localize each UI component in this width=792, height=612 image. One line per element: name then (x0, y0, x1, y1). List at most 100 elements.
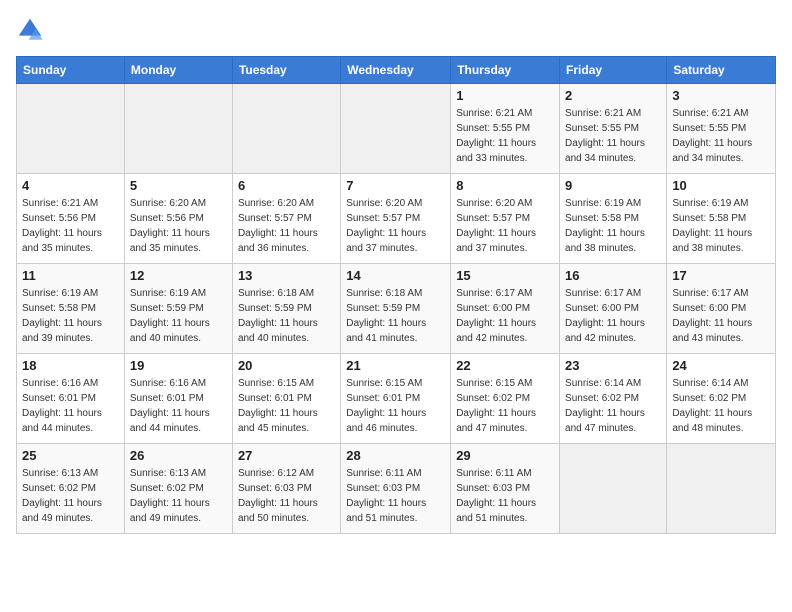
calendar-header: SundayMondayTuesdayWednesdayThursdayFrid… (17, 57, 776, 84)
day-number: 14 (346, 268, 445, 283)
day-info: Sunrise: 6:21 AM Sunset: 5:56 PM Dayligh… (22, 196, 119, 256)
day-info: Sunrise: 6:20 AM Sunset: 5:57 PM Dayligh… (456, 196, 554, 256)
column-header-saturday: Saturday (667, 57, 776, 84)
day-number: 20 (238, 358, 335, 373)
day-number: 15 (456, 268, 554, 283)
day-number: 13 (238, 268, 335, 283)
day-cell: 27 Sunrise: 6:12 AM Sunset: 6:03 PM Dayli… (232, 444, 340, 534)
day-info: Sunrise: 6:19 AM Sunset: 5:58 PM Dayligh… (672, 196, 770, 256)
day-info: Sunrise: 6:15 AM Sunset: 6:01 PM Dayligh… (346, 376, 445, 436)
day-cell: 23 Sunrise: 6:14 AM Sunset: 6:02 PM Dayli… (560, 354, 667, 444)
week-row-3: 11 Sunrise: 6:19 AM Sunset: 5:58 PM Dayli… (17, 264, 776, 354)
day-cell: 14Sunrise: 6:18 AM Sunset: 5:59 PM Dayli… (341, 264, 451, 354)
day-number: 3 (672, 88, 770, 103)
day-info: Sunrise: 6:14 AM Sunset: 6:02 PM Dayligh… (565, 376, 661, 436)
day-number: 1 (456, 88, 554, 103)
day-cell (232, 84, 340, 174)
day-cell: 26 Sunrise: 6:13 AM Sunset: 6:02 PM Dayli… (124, 444, 232, 534)
day-number: 28 (346, 448, 445, 463)
week-row-5: 25Sunrise: 6:13 AM Sunset: 6:02 PM Dayli… (17, 444, 776, 534)
day-info: Sunrise: 6:16 AM Sunset: 6:01 PM Dayligh… (22, 376, 119, 436)
column-header-wednesday: Wednesday (341, 57, 451, 84)
day-info: Sunrise: 6:20 AM Sunset: 5:57 PM Dayligh… (346, 196, 445, 256)
day-cell: 7 Sunrise: 6:20 AM Sunset: 5:57 PM Daylig… (341, 174, 451, 264)
day-number: 16 (565, 268, 661, 283)
day-cell (560, 444, 667, 534)
day-info: Sunrise: 6:15 AM Sunset: 6:01 PM Dayligh… (238, 376, 335, 436)
day-cell: 28 Sunrise: 6:11 AM Sunset: 6:03 PM Dayli… (341, 444, 451, 534)
column-header-sunday: Sunday (17, 57, 125, 84)
calendar-table: SundayMondayTuesdayWednesdayThursdayFrid… (16, 56, 776, 534)
day-cell: 25Sunrise: 6:13 AM Sunset: 6:02 PM Dayli… (17, 444, 125, 534)
column-header-monday: Monday (124, 57, 232, 84)
day-info: Sunrise: 6:17 AM Sunset: 6:00 PM Dayligh… (565, 286, 661, 346)
day-number: 9 (565, 178, 661, 193)
day-info: Sunrise: 6:20 AM Sunset: 5:57 PM Dayligh… (238, 196, 335, 256)
day-info: Sunrise: 6:13 AM Sunset: 6:02 PM Dayligh… (22, 466, 119, 526)
day-info: Sunrise: 6:21 AM Sunset: 5:55 PM Dayligh… (672, 106, 770, 166)
column-header-friday: Friday (560, 57, 667, 84)
day-cell: 24 Sunrise: 6:14 AM Sunset: 6:02 PM Dayli… (667, 354, 776, 444)
day-info: Sunrise: 6:11 AM Sunset: 6:03 PM Dayligh… (456, 466, 554, 526)
day-cell: 16 Sunrise: 6:17 AM Sunset: 6:00 PM Dayli… (560, 264, 667, 354)
header-row: SundayMondayTuesdayWednesdayThursdayFrid… (17, 57, 776, 84)
column-header-tuesday: Tuesday (232, 57, 340, 84)
day-info: Sunrise: 6:19 AM Sunset: 5:58 PM Dayligh… (22, 286, 119, 346)
day-number: 18 (22, 358, 119, 373)
week-row-1: 1 Sunrise: 6:21 AM Sunset: 5:55 PM Daylig… (17, 84, 776, 174)
day-cell: 4 Sunrise: 6:21 AM Sunset: 5:56 PM Daylig… (17, 174, 125, 264)
day-cell: 22 Sunrise: 6:15 AM Sunset: 6:02 PM Dayli… (451, 354, 560, 444)
day-number: 7 (346, 178, 445, 193)
day-cell: 15 Sunrise: 6:17 AM Sunset: 6:00 PM Dayli… (451, 264, 560, 354)
day-number: 4 (22, 178, 119, 193)
day-info: Sunrise: 6:13 AM Sunset: 6:02 PM Dayligh… (130, 466, 227, 526)
day-cell: 12 Sunrise: 6:19 AM Sunset: 5:59 PM Dayli… (124, 264, 232, 354)
week-row-4: 18 Sunrise: 6:16 AM Sunset: 6:01 PM Dayli… (17, 354, 776, 444)
day-number: 10 (672, 178, 770, 193)
day-number: 22 (456, 358, 554, 373)
day-info: Sunrise: 6:21 AM Sunset: 5:55 PM Dayligh… (456, 106, 554, 166)
day-info: Sunrise: 6:14 AM Sunset: 6:02 PM Dayligh… (672, 376, 770, 436)
day-cell: 21 Sunrise: 6:15 AM Sunset: 6:01 PM Dayli… (341, 354, 451, 444)
logo-icon (16, 16, 44, 44)
header (16, 16, 776, 44)
day-number: 23 (565, 358, 661, 373)
day-cell: 5 Sunrise: 6:20 AM Sunset: 5:56 PM Daylig… (124, 174, 232, 264)
day-cell (17, 84, 125, 174)
day-cell: 11 Sunrise: 6:19 AM Sunset: 5:58 PM Dayli… (17, 264, 125, 354)
day-number: 17 (672, 268, 770, 283)
day-cell: 2Sunrise: 6:21 AM Sunset: 5:55 PM Daylig… (560, 84, 667, 174)
day-cell: 18 Sunrise: 6:16 AM Sunset: 6:01 PM Dayli… (17, 354, 125, 444)
day-info: Sunrise: 6:19 AM Sunset: 5:59 PM Dayligh… (130, 286, 227, 346)
day-number: 5 (130, 178, 227, 193)
day-cell: 19 Sunrise: 6:16 AM Sunset: 6:01 PM Dayli… (124, 354, 232, 444)
column-header-thursday: Thursday (451, 57, 560, 84)
day-cell: 3 Sunrise: 6:21 AM Sunset: 5:55 PM Daylig… (667, 84, 776, 174)
day-number: 11 (22, 268, 119, 283)
day-cell: 9 Sunrise: 6:19 AM Sunset: 5:58 PM Daylig… (560, 174, 667, 264)
day-info: Sunrise: 6:17 AM Sunset: 6:00 PM Dayligh… (456, 286, 554, 346)
calendar-body: 1 Sunrise: 6:21 AM Sunset: 5:55 PM Daylig… (17, 84, 776, 534)
day-number: 19 (130, 358, 227, 373)
day-cell: 1 Sunrise: 6:21 AM Sunset: 5:55 PM Daylig… (451, 84, 560, 174)
day-number: 24 (672, 358, 770, 373)
day-cell (341, 84, 451, 174)
day-number: 12 (130, 268, 227, 283)
day-info: Sunrise: 6:15 AM Sunset: 6:02 PM Dayligh… (456, 376, 554, 436)
day-info: Sunrise: 6:12 AM Sunset: 6:03 PM Dayligh… (238, 466, 335, 526)
day-number: 27 (238, 448, 335, 463)
logo (16, 16, 48, 44)
day-info: Sunrise: 6:16 AM Sunset: 6:01 PM Dayligh… (130, 376, 227, 436)
day-number: 6 (238, 178, 335, 193)
day-number: 26 (130, 448, 227, 463)
day-info: Sunrise: 6:20 AM Sunset: 5:56 PM Dayligh… (130, 196, 227, 256)
day-info: Sunrise: 6:19 AM Sunset: 5:58 PM Dayligh… (565, 196, 661, 256)
day-number: 8 (456, 178, 554, 193)
day-info: Sunrise: 6:11 AM Sunset: 6:03 PM Dayligh… (346, 466, 445, 526)
day-cell: 20 Sunrise: 6:15 AM Sunset: 6:01 PM Dayli… (232, 354, 340, 444)
day-cell (124, 84, 232, 174)
day-cell: 10 Sunrise: 6:19 AM Sunset: 5:58 PM Dayli… (667, 174, 776, 264)
day-number: 21 (346, 358, 445, 373)
day-cell: 6 Sunrise: 6:20 AM Sunset: 5:57 PM Daylig… (232, 174, 340, 264)
day-number: 2 (565, 88, 661, 103)
